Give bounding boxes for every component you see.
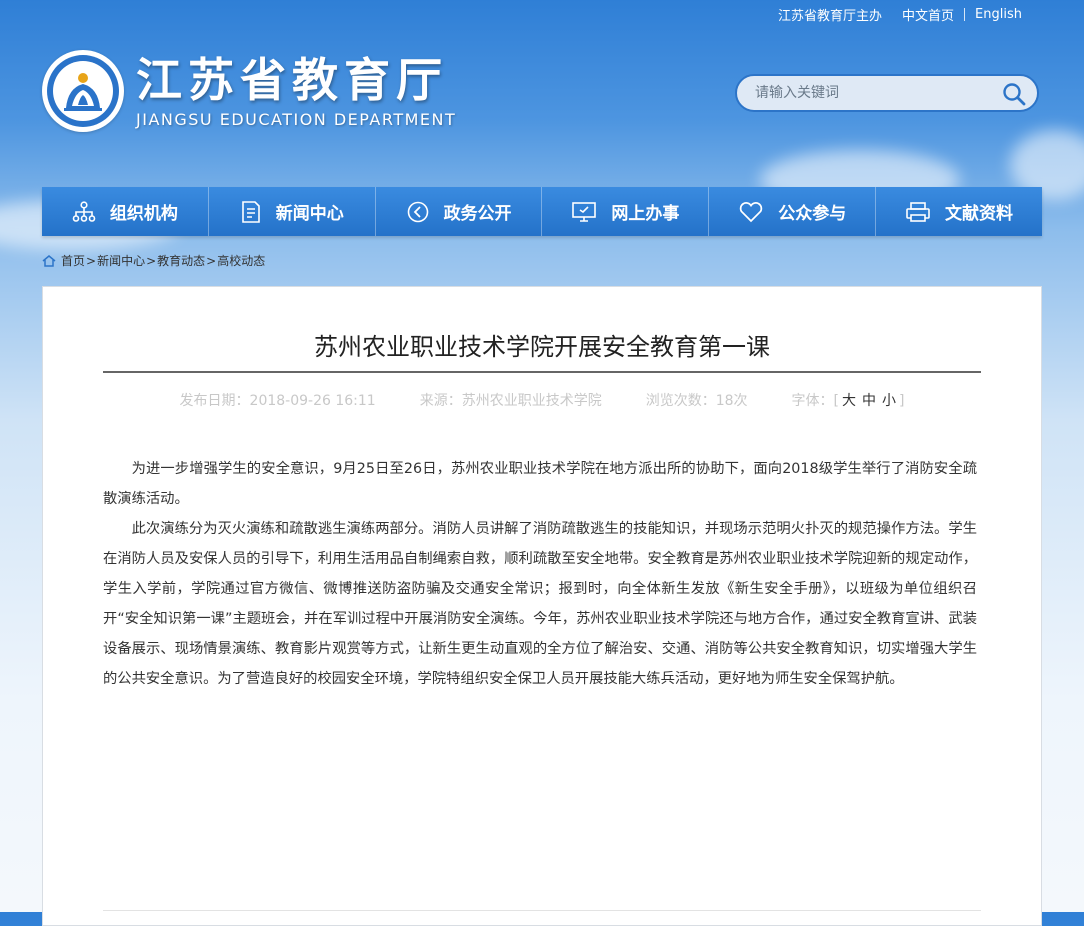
breadcrumb-home[interactable]: 首页 [61,252,85,269]
logo-title-en: JIANGSU EDUCATION DEPARTMENT [136,109,457,129]
breadcrumb: 首页 > 新闻中心 > 教育动态 > 高校动态 [42,252,265,269]
main-nav: 组织机构 新闻中心 政务公开 网上办事 公众参与 文献资料 [42,187,1042,236]
site-logo[interactable]: 江苏省教育厅 JIANGSU EDUCATION DEPARTMENT [42,50,456,132]
nav-item-org[interactable]: 组织机构 [42,187,209,236]
breadcrumb-university-news[interactable]: 高校动态 [217,252,265,269]
publish-date: 发布日期：2018-09-26 16:11 [179,393,376,409]
article-meta: 发布日期：2018-09-26 16:11 来源：苏州农业职业技术学院 浏览次数… [43,390,1041,410]
breadcrumb-separator: > [206,253,217,268]
font-size-small-button[interactable]: 小 [882,393,896,409]
breadcrumb-edu-news[interactable]: 教育动态 [157,252,205,269]
home-icon [42,254,56,267]
font-bracket-open: [ [833,393,839,409]
search-icon[interactable] [1001,81,1027,107]
sponsor-link[interactable]: 江苏省教育厅主办 [768,5,892,24]
english-link[interactable]: English [965,7,1032,22]
nav-label: 公众参与 [778,204,847,224]
nav-label: 政务公开 [443,204,512,224]
breadcrumb-news-center[interactable]: 新闻中心 [97,252,145,269]
nav-item-news[interactable]: 新闻中心 [208,187,376,236]
font-size-label: 字体： [791,393,834,409]
nav-item-services[interactable]: 网上办事 [542,187,710,236]
article-source: 来源：苏州农业职业技术学院 [419,393,602,409]
nav-label: 新闻中心 [275,204,344,224]
monitor-icon [572,201,597,222]
font-size-control: 字体：[大中小] [792,390,905,410]
breadcrumb-separator: > [146,253,157,268]
view-count: 浏览次数：18次 [645,393,748,409]
article-card: 苏州农业职业技术学院开展安全教育第一课 发布日期：2018-09-26 16:1… [42,286,1042,926]
font-bracket-close: ] [899,393,905,409]
font-size-medium-button[interactable]: 中 [862,393,876,409]
article-paragraph: 为进一步增强学生的安全意识，9月25日至26日，苏州农业职业技术学院在地方派出所… [103,461,977,507]
logo-title-cn: 江苏省教育厅 [136,52,448,107]
emblem-icon [42,50,124,132]
nav-label: 网上办事 [611,204,680,224]
nav-item-docs[interactable]: 文献资料 [876,187,1042,236]
nav-label: 文献资料 [945,204,1014,224]
search-input[interactable] [753,84,987,102]
top-bar: 江苏省教育厅主办 中文首页 English [768,0,1032,28]
printer-icon [906,201,930,222]
nav-item-gov[interactable]: 政务公开 [375,187,543,236]
heart-icon [740,201,763,222]
font-size-large-button[interactable]: 大 [842,393,856,409]
search-box [735,74,1039,112]
nav-label: 组织机构 [109,204,178,224]
document-icon [241,200,260,223]
article-body: 为进一步增强学生的安全意识，9月25日至26日，苏州农业职业技术学院在地方派出所… [103,454,977,694]
play-circle-icon [407,201,428,222]
article-paragraph: 此次演练分为灭火演练和疏散逃生演练两部分。消防人员讲解了消防疏散逃生的技能知识，… [103,521,977,687]
article-title: 苏州农业职业技术学院开展安全教育第一课 [314,333,770,361]
nav-item-public[interactable]: 公众参与 [709,187,877,236]
home-cn-link[interactable]: 中文首页 [892,5,964,24]
breadcrumb-separator: > [86,253,97,268]
org-chart-icon [72,200,96,222]
title-divider [103,371,981,373]
bottom-divider [103,910,981,911]
